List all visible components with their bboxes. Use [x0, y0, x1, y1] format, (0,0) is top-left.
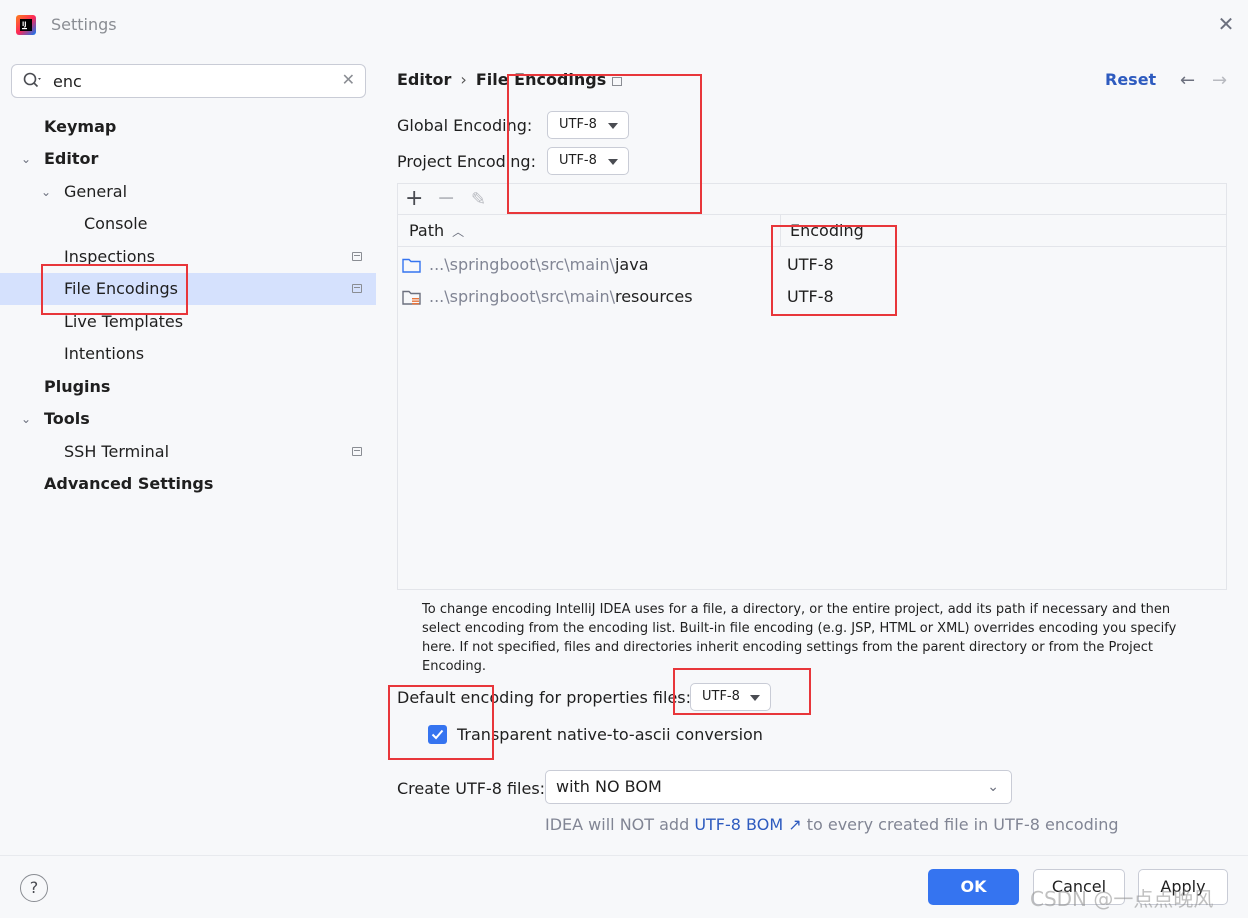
chevron-down-icon[interactable]: ⌄ [21, 403, 35, 435]
sidebar-item-keymap[interactable]: Keymap [0, 111, 376, 143]
hint-text: IDEA will NOT add [545, 815, 695, 834]
chevron-down-icon[interactable]: ⌄ [21, 143, 35, 175]
reset-link[interactable]: Reset [1105, 70, 1156, 89]
window-title: Settings [51, 15, 117, 34]
create-utf8-label: Create UTF-8 files: [397, 779, 546, 798]
sidebar-item-console[interactable]: Console [0, 208, 376, 240]
sidebar-item-plugins[interactable]: Plugins [0, 371, 376, 403]
sidebar-item-ssh-terminal[interactable]: SSH Terminal [0, 436, 376, 468]
sidebar-item-label: Keymap [44, 117, 117, 136]
watermark: CSDN @一点点晚风 [1030, 887, 1214, 911]
column-path-label: Path [409, 221, 445, 240]
breadcrumb-parent[interactable]: Editor [397, 70, 451, 89]
clear-search-icon[interactable]: ✕ [342, 70, 355, 89]
sidebar-item-editor[interactable]: ⌄ Editor [0, 143, 376, 175]
forward-arrow-icon[interactable]: → [1212, 70, 1227, 91]
annotation-box [507, 74, 702, 214]
row-path: ...\springboot\src\main\resources [429, 281, 693, 313]
search-icon [23, 72, 41, 88]
search-field[interactable]: enc ✕ [11, 64, 366, 98]
sidebar-item-label: Editor [44, 149, 99, 168]
column-header-path[interactable]: Path ︿ [409, 221, 464, 240]
create-utf8-value: with NO BOM [556, 777, 662, 796]
native-to-ascii-label[interactable]: Transparent native-to-ascii conversion [457, 725, 763, 744]
row-path: ...\springboot\src\main\java [429, 249, 649, 281]
sidebar-item-tools[interactable]: ⌄ Tools [0, 403, 376, 435]
row-path-leaf: resources [614, 287, 693, 306]
remove-icon[interactable]: − [437, 186, 455, 212]
sidebar-item-label: SSH Terminal [64, 442, 170, 461]
settings-sidebar: enc ✕ Keymap ⌄ Editor ⌄ General Console … [0, 50, 376, 855]
sidebar-item-label: General [64, 182, 128, 201]
intellij-idea-icon: IJ [16, 15, 36, 35]
row-path-prefix: ...\springboot\src\main\ [429, 287, 615, 306]
sidebar-item-advanced-settings[interactable]: Advanced Settings [0, 468, 376, 500]
annotation-box [41, 264, 188, 315]
utf8-bom-link[interactable]: UTF-8 BOM ↗ [694, 815, 801, 834]
sidebar-item-label: Tools [44, 409, 90, 428]
project-level-icon [352, 447, 362, 456]
sidebar-item-label: Plugins [44, 377, 111, 396]
search-input[interactable]: enc [53, 72, 82, 91]
row-path-leaf: java [614, 255, 649, 274]
project-level-icon [352, 284, 362, 293]
breadcrumb-separator: › [460, 70, 467, 89]
title-bar: IJ Settings ✕ [0, 0, 1248, 50]
annotation-box [388, 685, 494, 760]
ok-button[interactable]: OK [928, 869, 1019, 905]
close-icon[interactable]: ✕ [1216, 14, 1236, 34]
annotation-box [673, 668, 811, 715]
project-level-icon [352, 252, 362, 261]
back-arrow-icon[interactable]: ← [1180, 70, 1195, 91]
hint-text: to every created file in UTF-8 encoding [801, 815, 1119, 834]
chevron-down-icon: ⌄ [987, 779, 999, 795]
sidebar-item-label: Console [84, 214, 148, 233]
edit-icon[interactable]: ✎ [471, 187, 486, 213]
resources-folder-icon [402, 290, 421, 305]
create-utf8-dropdown[interactable]: with NO BOM ⌄ [545, 770, 1012, 804]
sort-ascending-icon: ︿ [452, 225, 465, 239]
annotation-box [771, 225, 897, 316]
chevron-down-icon[interactable]: ⌄ [41, 176, 55, 208]
sidebar-item-label: Intentions [64, 344, 145, 363]
sidebar-item-intentions[interactable]: Intentions [0, 338, 376, 370]
bom-hint: IDEA will NOT add UTF-8 BOM ↗ to every c… [545, 815, 1119, 834]
svg-text:IJ: IJ [22, 21, 26, 28]
help-text: To change encoding IntelliJ IDEA uses fo… [422, 602, 1177, 674]
folder-icon [402, 258, 421, 273]
row-path-prefix: ...\springboot\src\main\ [429, 255, 615, 274]
sidebar-item-label: Advanced Settings [44, 474, 214, 493]
sidebar-item-general[interactable]: ⌄ General [0, 176, 376, 208]
add-icon[interactable]: + [405, 186, 423, 212]
help-icon[interactable]: ? [20, 874, 48, 902]
